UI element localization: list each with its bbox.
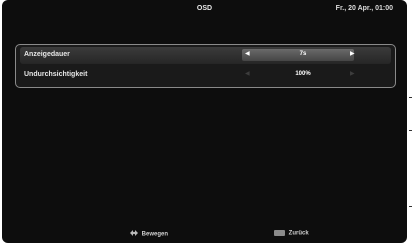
setting-value: 100% <box>295 71 311 77</box>
footer-hint-back: Zurück <box>274 230 309 240</box>
edge-tick <box>409 97 412 98</box>
back-button-icon <box>274 230 285 236</box>
footer-move-label: Bewegen <box>141 231 169 238</box>
right-arrow-icon[interactable]: ▶ <box>350 50 355 57</box>
settings-panel: Anzeigedauer ◀ 7s ▶ Undurchsichtigkeit ◀… <box>15 44 396 88</box>
setting-row-opacity[interactable]: Undurchsichtigkeit ◀ 100% ▶ <box>20 67 391 84</box>
setting-label: Anzeigedauer <box>24 51 70 58</box>
date-time: Fr., 20 Apr., 01:00 <box>335 5 393 12</box>
right-arrow-icon[interactable]: ▶ <box>350 70 355 77</box>
footer-hint-move: Bewegen <box>130 230 168 240</box>
setting-row-display-duration[interactable]: Anzeigedauer ◀ 7s ▶ <box>20 47 391 64</box>
tv-screen: OSD Fr., 20 Apr., 01:00 Anzeigedauer ◀ 7… <box>2 0 407 243</box>
setting-label: Undurchsichtigkeit <box>24 71 88 78</box>
left-arrow-icon[interactable]: ◀ <box>245 70 250 77</box>
edge-tick <box>409 206 412 207</box>
directional-pad-icon <box>130 230 138 238</box>
footer-back-label: Zurück <box>288 230 309 237</box>
edge-tick <box>409 130 412 131</box>
setting-value: 7s <box>299 51 307 57</box>
left-arrow-icon[interactable]: ◀ <box>245 50 250 57</box>
